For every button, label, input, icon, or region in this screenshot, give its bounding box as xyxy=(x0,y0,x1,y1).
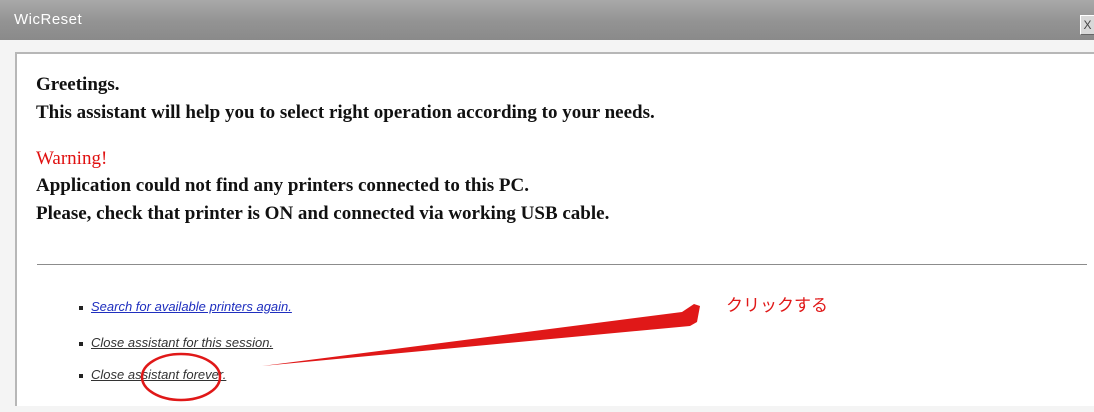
option-close-session[interactable]: Close assistant for this session. xyxy=(79,335,273,350)
close-button[interactable]: X xyxy=(1080,15,1094,35)
intro-text: This assistant will help you to select r… xyxy=(36,102,655,123)
window-title: WicReset xyxy=(14,11,83,28)
close-forever-link[interactable]: Close assistant forever. xyxy=(91,367,226,382)
close-session-link[interactable]: Close assistant for this session. xyxy=(91,335,273,350)
warning-label: Warning! xyxy=(36,148,108,169)
option-close-forever[interactable]: Close assistant forever. xyxy=(79,367,226,382)
title-bar[interactable]: WicReset X xyxy=(0,0,1094,40)
search-printers-link[interactable]: Search for available printers again. xyxy=(91,299,292,314)
bullet-icon xyxy=(79,341,83,346)
message-line-1: Application could not find any printers … xyxy=(36,175,529,196)
message-line-2: Please, check that printer is ON and con… xyxy=(36,203,610,224)
assistant-panel: Greetings. This assistant will help you … xyxy=(15,52,1094,406)
option-search-printers[interactable]: Search for available printers again. xyxy=(79,299,292,314)
bullet-icon xyxy=(79,305,83,310)
greeting-text: Greetings. xyxy=(36,74,120,95)
wicreset-window: WicReset X Greetings. This assistant wil… xyxy=(0,0,1094,412)
divider xyxy=(37,264,1087,265)
bullet-icon xyxy=(79,373,83,378)
